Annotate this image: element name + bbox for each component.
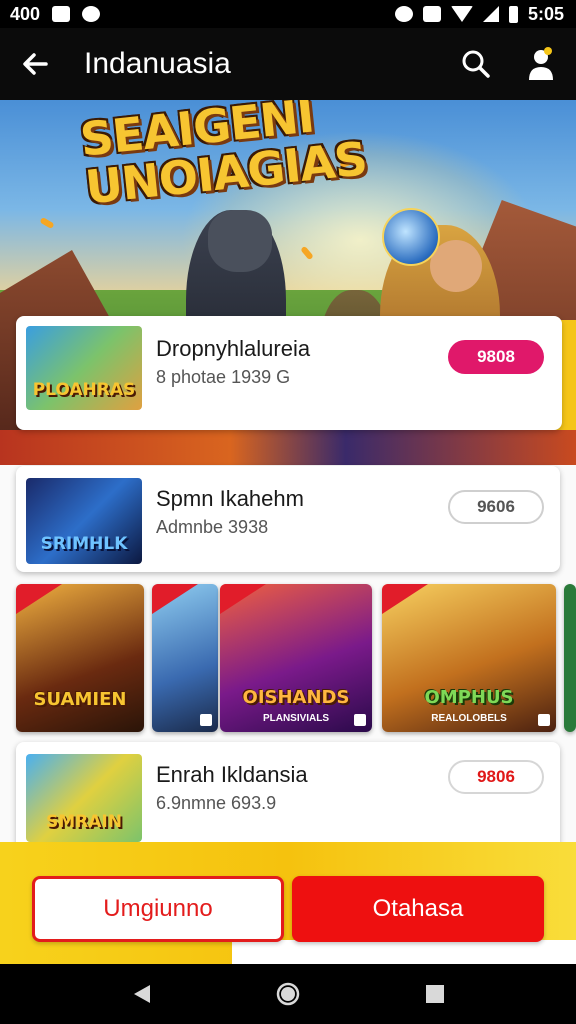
thumbnail-label: PLOAHRAS (32, 380, 136, 400)
card-title: Spmn Ikahehm (156, 486, 304, 511)
game-thumbnail: SRIMHLK (26, 478, 142, 564)
game-tile[interactable]: OISHANDS PLANSIVIALS (220, 584, 372, 732)
status-time: 5:05 (527, 3, 564, 24)
play-icon (200, 714, 212, 726)
status-left-text: 400 (10, 3, 41, 24)
thumbnail-label: SRIMHLK (40, 534, 128, 554)
page-title: Indanuasia (84, 47, 231, 80)
nfc-icon (422, 6, 441, 22)
game-carousel[interactable]: SUAMIEN OISHANDS PLANSIVIALS OMPHUS REAL… (0, 580, 576, 740)
chat-icon (82, 6, 101, 22)
thumbnail-label: SMRAIN (46, 812, 122, 832)
profile-icon[interactable] (522, 44, 560, 84)
play-icon (354, 714, 366, 726)
status-bar: 400 5:05 (0, 0, 576, 28)
card-subtitle: 8 photae 1939 G (156, 367, 291, 387)
play-icon (538, 714, 550, 726)
tile-sublabel: REALOLOBELS (431, 713, 507, 724)
primary-action-button[interactable]: Otahasa (292, 876, 544, 942)
game-card[interactable]: PLOAHRAS Dropnyhlalureia 8 photae 1939 G… (16, 316, 562, 430)
game-tile[interactable]: OMPHUS REALOLOBELS (382, 584, 556, 732)
ribbon-icon (152, 584, 198, 614)
game-tile[interactable]: SUAMIEN (16, 584, 144, 732)
tile-label: OMPHUS (424, 687, 514, 708)
tile-sublabel: PLANSIVIALS (262, 713, 330, 724)
app-bar: Indanuasia (0, 28, 576, 100)
ribbon-icon (16, 584, 62, 614)
game-card[interactable]: SRIMHLK Spmn Ikahehm Admnbe 3938 9606 (16, 466, 560, 572)
search-icon[interactable] (458, 46, 494, 82)
hero-orb (382, 208, 440, 266)
nav-back-icon[interactable] (130, 982, 154, 1006)
card-badge-button[interactable]: 9606 (448, 490, 544, 524)
tile-label: OISHANDS (242, 687, 350, 708)
ribbon-icon (382, 584, 428, 614)
game-tile[interactable] (152, 584, 218, 732)
action-bar-underlay (232, 940, 576, 964)
game-tile[interactable] (564, 584, 576, 732)
game-card[interactable]: SMRAIN Enrah Ikldansia 6.9nmne 693.9 980… (16, 742, 560, 852)
alarm-icon (394, 6, 413, 22)
card-title: Dropnyhlalureia (156, 336, 311, 361)
ribbon-icon (220, 584, 266, 614)
decorative-strip (0, 430, 576, 465)
back-arrow-icon[interactable] (18, 46, 54, 82)
secondary-action-button[interactable]: Umgiunno (32, 876, 284, 942)
gallery-icon (52, 6, 71, 22)
nav-recents-icon[interactable] (424, 983, 446, 1005)
wifi-icon (450, 6, 473, 22)
battery-icon (508, 5, 518, 23)
card-subtitle: 6.9nmne 693.9 (156, 793, 277, 813)
tile-label: SUAMIEN (33, 689, 127, 710)
card-title: Enrah Ikldansia (156, 762, 308, 787)
nav-home-icon[interactable] (276, 982, 300, 1006)
card-subtitle: Admnbe 3938 (156, 517, 269, 537)
card-badge-button[interactable]: 9806 (448, 760, 544, 794)
system-nav-bar (0, 964, 576, 1024)
game-thumbnail: PLOAHRAS (26, 326, 142, 410)
game-thumbnail: SMRAIN (26, 754, 142, 842)
card-badge-button[interactable]: 9808 (448, 340, 544, 374)
signal-icon (482, 6, 499, 22)
